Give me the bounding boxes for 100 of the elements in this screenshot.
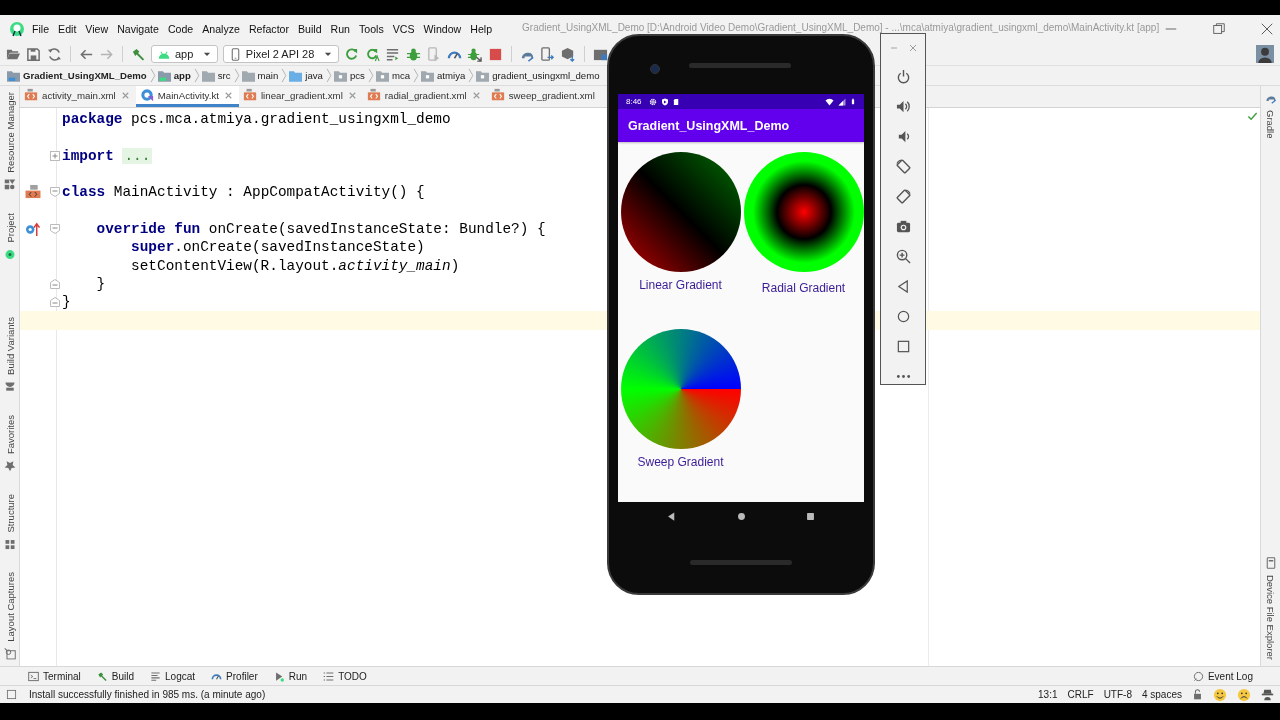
folder-icon	[201, 69, 215, 82]
tool-window-button[interactable]: TODO	[323, 670, 367, 682]
inspection-ok-icon[interactable]	[1247, 111, 1258, 122]
home-icon[interactable]	[735, 510, 747, 522]
close-icon[interactable]	[1260, 22, 1274, 36]
chevron-icon	[148, 68, 156, 83]
tool-window-button[interactable]: Gradle	[1264, 92, 1277, 139]
gradient-label: Radial Gradient	[761, 281, 846, 295]
folder-icon	[333, 69, 347, 82]
menu-item[interactable]: Tools	[359, 23, 384, 35]
menu-item[interactable]: Window	[423, 23, 462, 35]
build-button[interactable]	[130, 46, 147, 62]
tool-window-button[interactable]: Project	[3, 212, 16, 261]
tool-window-button[interactable]: Event Log	[1192, 670, 1253, 682]
rotate-right-icon[interactable]	[895, 189, 911, 204]
menu-item[interactable]: File	[32, 23, 50, 35]
status-item[interactable]: 4 spaces	[1141, 689, 1182, 700]
chevron-icon	[324, 68, 332, 83]
editor-tab[interactable]: sweep_gradient.xml	[486, 86, 595, 107]
tool-window-button[interactable]: Device File Explorer	[1264, 557, 1277, 660]
avatar-icon[interactable]	[1256, 45, 1274, 63]
back-icon[interactable]	[895, 279, 911, 294]
editor-tab[interactable]: MainActivity.kt	[135, 86, 239, 107]
tool-window-button[interactable]: Structure	[3, 493, 16, 551]
breadcrumb-item[interactable]: app	[157, 69, 191, 82]
menu-item[interactable]: VCS	[392, 23, 415, 35]
back-icon[interactable]	[666, 510, 677, 522]
overview-icon[interactable]	[895, 339, 911, 354]
favorites-icon	[3, 459, 16, 472]
tool-window-button[interactable]: Layout Captures	[3, 572, 16, 660]
breadcrumb-item[interactable]: gradient_usingxml_demo	[476, 69, 600, 82]
sync-button[interactable]	[46, 46, 62, 62]
device-manager-button[interactable]	[539, 46, 556, 62]
power-icon[interactable]	[895, 69, 911, 84]
camera-lens	[650, 64, 660, 74]
breadcrumb-item[interactable]: src	[201, 69, 231, 82]
tool-window-button[interactable]: Build	[96, 670, 135, 682]
run-config-dropdown[interactable]: app	[151, 45, 219, 63]
zoom-in-icon[interactable]	[895, 249, 911, 264]
status-item[interactable]: UTF-8	[1103, 689, 1132, 700]
app-title: Gradient_UsingXML_Demo	[628, 118, 790, 133]
status-item[interactable]: CRLF	[1067, 689, 1094, 700]
editor-tab[interactable]: activity_main.xml	[20, 86, 136, 107]
breadcrumb-item[interactable]: java	[289, 69, 323, 82]
layout-file-icon[interactable]	[25, 185, 41, 200]
stop-button[interactable]	[487, 46, 504, 62]
menu-item[interactable]: Edit	[58, 23, 77, 35]
apply-changes-button[interactable]	[364, 46, 381, 62]
editor-tab[interactable]: radial_gradient.xml	[362, 86, 487, 107]
overview-icon[interactable]	[805, 510, 816, 522]
folded-code[interactable]: ...	[122, 147, 153, 164]
apply-code-changes-button[interactable]	[384, 46, 401, 62]
close-icon[interactable]	[908, 44, 917, 52]
files-icon	[1264, 557, 1277, 569]
tool-window-button[interactable]: Build Variants	[3, 316, 16, 393]
menu-item[interactable]: Help	[470, 23, 493, 35]
device-dropdown[interactable]: Pixel 2 API 28	[222, 45, 340, 63]
breadcrumb-item[interactable]: atmiya	[421, 69, 466, 82]
restore-icon[interactable]	[1212, 22, 1226, 36]
editor-tab[interactable]: linear_gradient.xml	[238, 86, 363, 107]
status-toggle-icon[interactable]	[6, 689, 17, 700]
menu-item[interactable]: Code	[167, 23, 194, 35]
tool-window-button[interactable]: Resource Manager	[3, 92, 16, 191]
home-icon[interactable]	[895, 309, 911, 324]
smiley-icon[interactable]	[1213, 687, 1227, 702]
volume-up-icon[interactable]	[895, 99, 911, 114]
menu-item[interactable]: Navigate	[117, 23, 159, 35]
breadcrumb-item[interactable]: Gradient_UsingXML_Demo	[7, 69, 147, 82]
menu-item[interactable]: Build	[298, 23, 322, 35]
app-logo-icon	[9, 21, 25, 37]
sdk-manager-button[interactable]	[560, 46, 577, 62]
attach-process-button[interactable]	[466, 46, 483, 62]
tool-window-button[interactable]: Terminal	[28, 670, 81, 682]
rotate-left-icon[interactable]	[895, 159, 911, 174]
debug-button[interactable]	[405, 46, 422, 62]
expand-fold-icon[interactable]	[50, 150, 60, 161]
gradient-label: Sweep Gradient	[637, 455, 724, 469]
inspector-icon[interactable]	[1261, 688, 1274, 701]
folder-icon	[7, 69, 20, 82]
lock-icon[interactable]	[1192, 689, 1203, 700]
menu-item[interactable]: Refactor	[248, 23, 289, 35]
override-method-icon[interactable]	[25, 221, 41, 236]
terminal-icon	[28, 670, 39, 682]
menu-item[interactable]: View	[85, 23, 109, 35]
tool-window-button[interactable]: Favorites	[3, 414, 16, 472]
menu-item[interactable]: Analyze	[202, 23, 240, 35]
save-button[interactable]	[25, 46, 42, 62]
tool-window-button[interactable]: Logcat	[150, 670, 196, 682]
battery-icon	[850, 97, 856, 106]
rerun-button[interactable]	[343, 46, 360, 62]
menu-item[interactable]: Run	[330, 23, 350, 35]
camera-icon[interactable]	[895, 219, 911, 234]
code-line: setContentView(R.layout.activity_main)	[130, 257, 460, 274]
tool-window-button[interactable]: Profiler	[211, 670, 258, 682]
breadcrumb-item[interactable]: pcs	[333, 69, 365, 82]
breadcrumb-item[interactable]: mca	[375, 69, 410, 82]
breadcrumb-item[interactable]: main	[241, 69, 279, 82]
sad-face-icon[interactable]	[1237, 687, 1251, 702]
status-item[interactable]: 13:1	[1038, 689, 1058, 700]
tool-window-button[interactable]: Run	[273, 670, 308, 682]
